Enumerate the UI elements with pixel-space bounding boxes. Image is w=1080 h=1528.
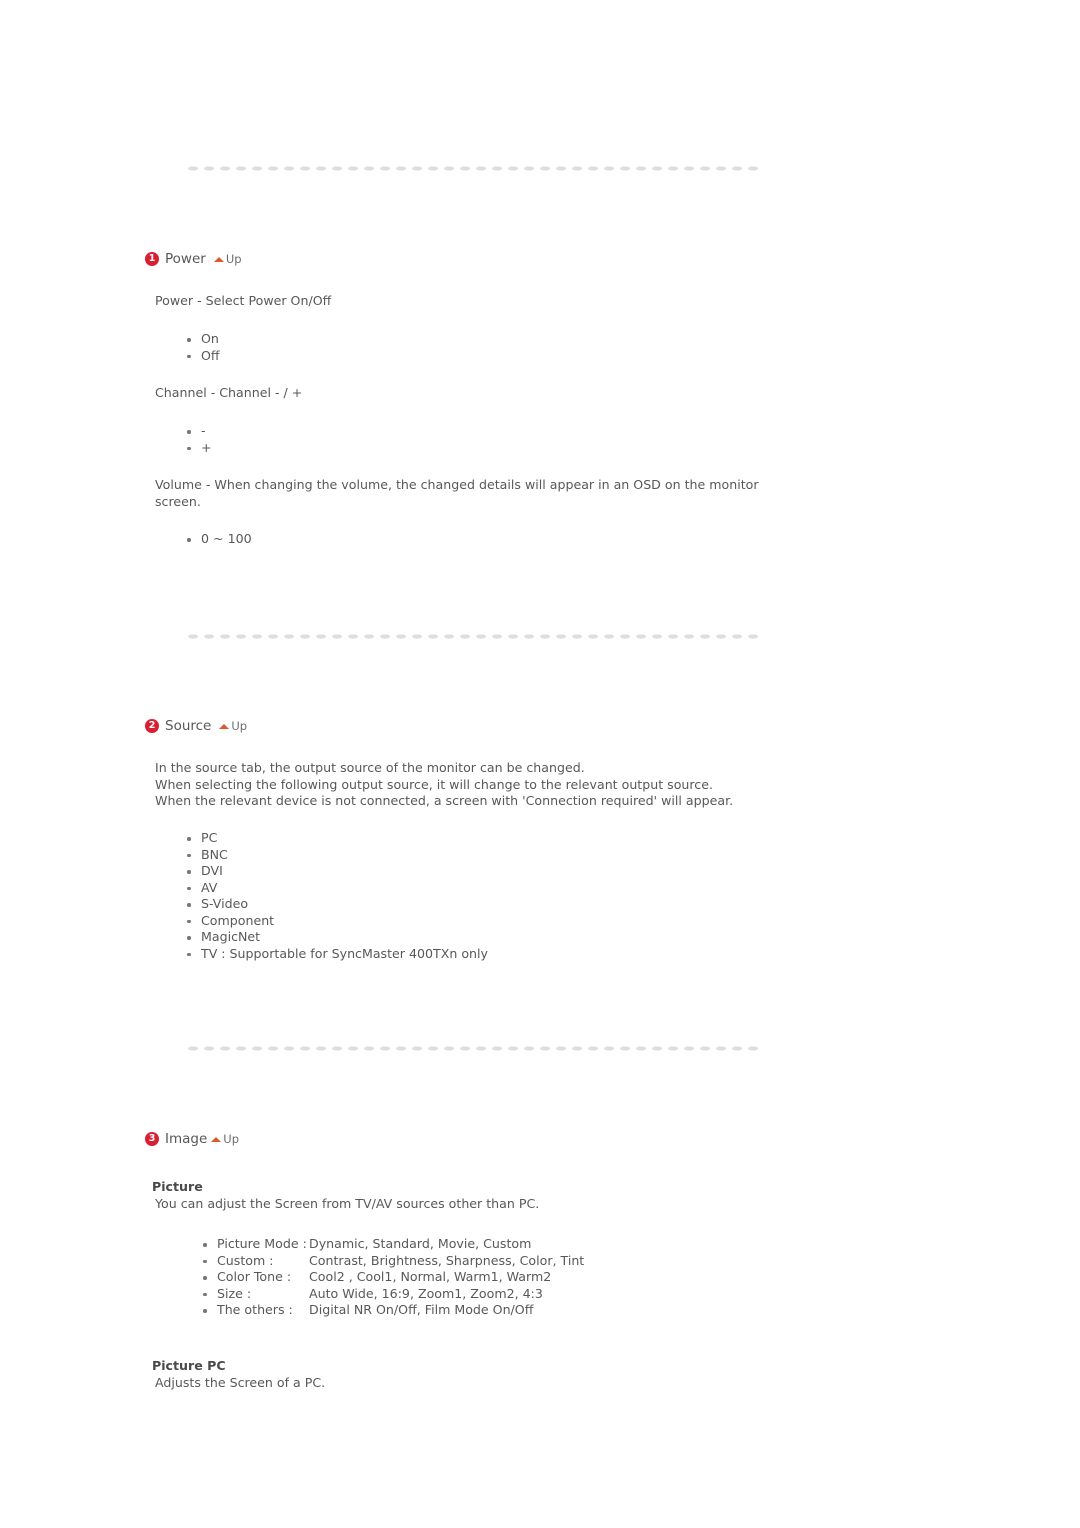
picture-pc-subheading: Picture PC	[152, 1358, 226, 1373]
setting-key: Color Tone :	[217, 1269, 292, 1284]
list-item: BNC	[187, 847, 488, 864]
setting-key: Picture Mode :	[217, 1236, 307, 1251]
up-link[interactable]: Up	[213, 252, 242, 266]
dotted-line-separator	[185, 633, 762, 640]
list-item: DVI	[187, 863, 488, 880]
section-number-badge: 2	[145, 719, 159, 733]
section-title: Image	[165, 1131, 208, 1147]
dotted-line-separator	[185, 165, 762, 172]
list-item: S-Video	[187, 896, 488, 913]
list-item: Picture Mode : Dynamic, Standard, Movie, …	[203, 1236, 584, 1253]
list-item: The others : Digital NR On/Off, Film Mode…	[203, 1302, 584, 1319]
picture-settings-list: Picture Mode : Dynamic, Standard, Movie, …	[203, 1236, 584, 1319]
list-item: Size : Auto Wide, 16:9, Zoom1, Zoom2, 4:3	[203, 1286, 584, 1303]
setting-value: Auto Wide, 16:9, Zoom1, Zoom2, 4:3	[309, 1285, 543, 1301]
section-heading-source: 2 Source Up	[145, 718, 247, 734]
dotted-line-separator	[185, 1045, 762, 1052]
volume-description: Volume - When changing the volume, the c…	[155, 477, 759, 509]
source-options-list: PC BNC DVI AV S-Video Component MagicNet…	[187, 830, 488, 962]
list-item: TV : Supportable for SyncMaster 400TXn o…	[187, 946, 488, 963]
channel-description: Channel - Channel - / +	[155, 385, 303, 400]
picture-pc-description: Adjusts the Screen of a PC.	[155, 1375, 326, 1390]
section-heading-image: 3 Image Up	[145, 1131, 239, 1147]
list-item: MagicNet	[187, 929, 488, 946]
up-link-label: Up	[231, 719, 248, 733]
list-item: Off	[187, 348, 220, 365]
setting-value: Digital NR On/Off, Film Mode On/Off	[309, 1302, 534, 1317]
power-description: Power - Select Power On/Off	[155, 293, 332, 308]
manual-page: 1 Power Up Power - Select Power On/Off O…	[0, 0, 1080, 1528]
list-item: Color Tone : Cool2 , Cool1, Normal, Warm1…	[203, 1269, 584, 1286]
section-title: Power	[165, 251, 206, 267]
up-link-label: Up	[225, 252, 242, 266]
list-item: On	[187, 331, 220, 348]
picture-subheading: Picture	[152, 1179, 203, 1194]
setting-value: Dynamic, Standard, Movie, Custom	[309, 1236, 532, 1251]
section-heading-power: 1 Power Up	[145, 251, 242, 267]
list-item: +	[187, 440, 212, 457]
setting-value: Cool2 , Cool1, Normal, Warm1, Warm2	[309, 1269, 552, 1284]
picture-description: You can adjust the Screen from TV/AV sou…	[155, 1196, 540, 1211]
source-intro-line: When selecting the following output sour…	[155, 776, 713, 792]
source-intro-line: In the source tab, the output source of …	[155, 760, 585, 775]
source-intro-line: When the relevant device is not connecte…	[155, 793, 734, 808]
setting-key: Size :	[217, 1285, 252, 1301]
section-title: Source	[165, 718, 212, 734]
list-item: -	[187, 423, 212, 440]
list-item: 0 ~ 100	[187, 531, 252, 548]
list-item: Component	[187, 913, 488, 930]
power-options-list: On Off	[187, 331, 220, 364]
up-link-label: Up	[223, 1132, 239, 1146]
channel-options-list: - +	[187, 423, 212, 456]
triangle-up-icon	[219, 724, 230, 729]
section-number-badge: 3	[145, 1132, 159, 1146]
list-item: AV	[187, 880, 488, 897]
volume-range-list: 0 ~ 100	[187, 531, 252, 548]
triangle-up-icon	[211, 1137, 222, 1142]
source-intro: In the source tab, the output source of …	[155, 760, 795, 810]
setting-value: Contrast, Brightness, Sharpness, Color, …	[309, 1252, 585, 1268]
setting-key: Custom :	[217, 1252, 274, 1268]
up-link[interactable]: Up	[211, 1132, 239, 1146]
setting-key: The others :	[217, 1302, 293, 1317]
up-link[interactable]: Up	[219, 719, 247, 733]
triangle-up-icon	[213, 257, 224, 262]
list-item: PC	[187, 830, 488, 847]
list-item: Custom : Contrast, Brightness, Sharpness,…	[203, 1253, 584, 1270]
section-number-badge: 1	[145, 252, 159, 266]
